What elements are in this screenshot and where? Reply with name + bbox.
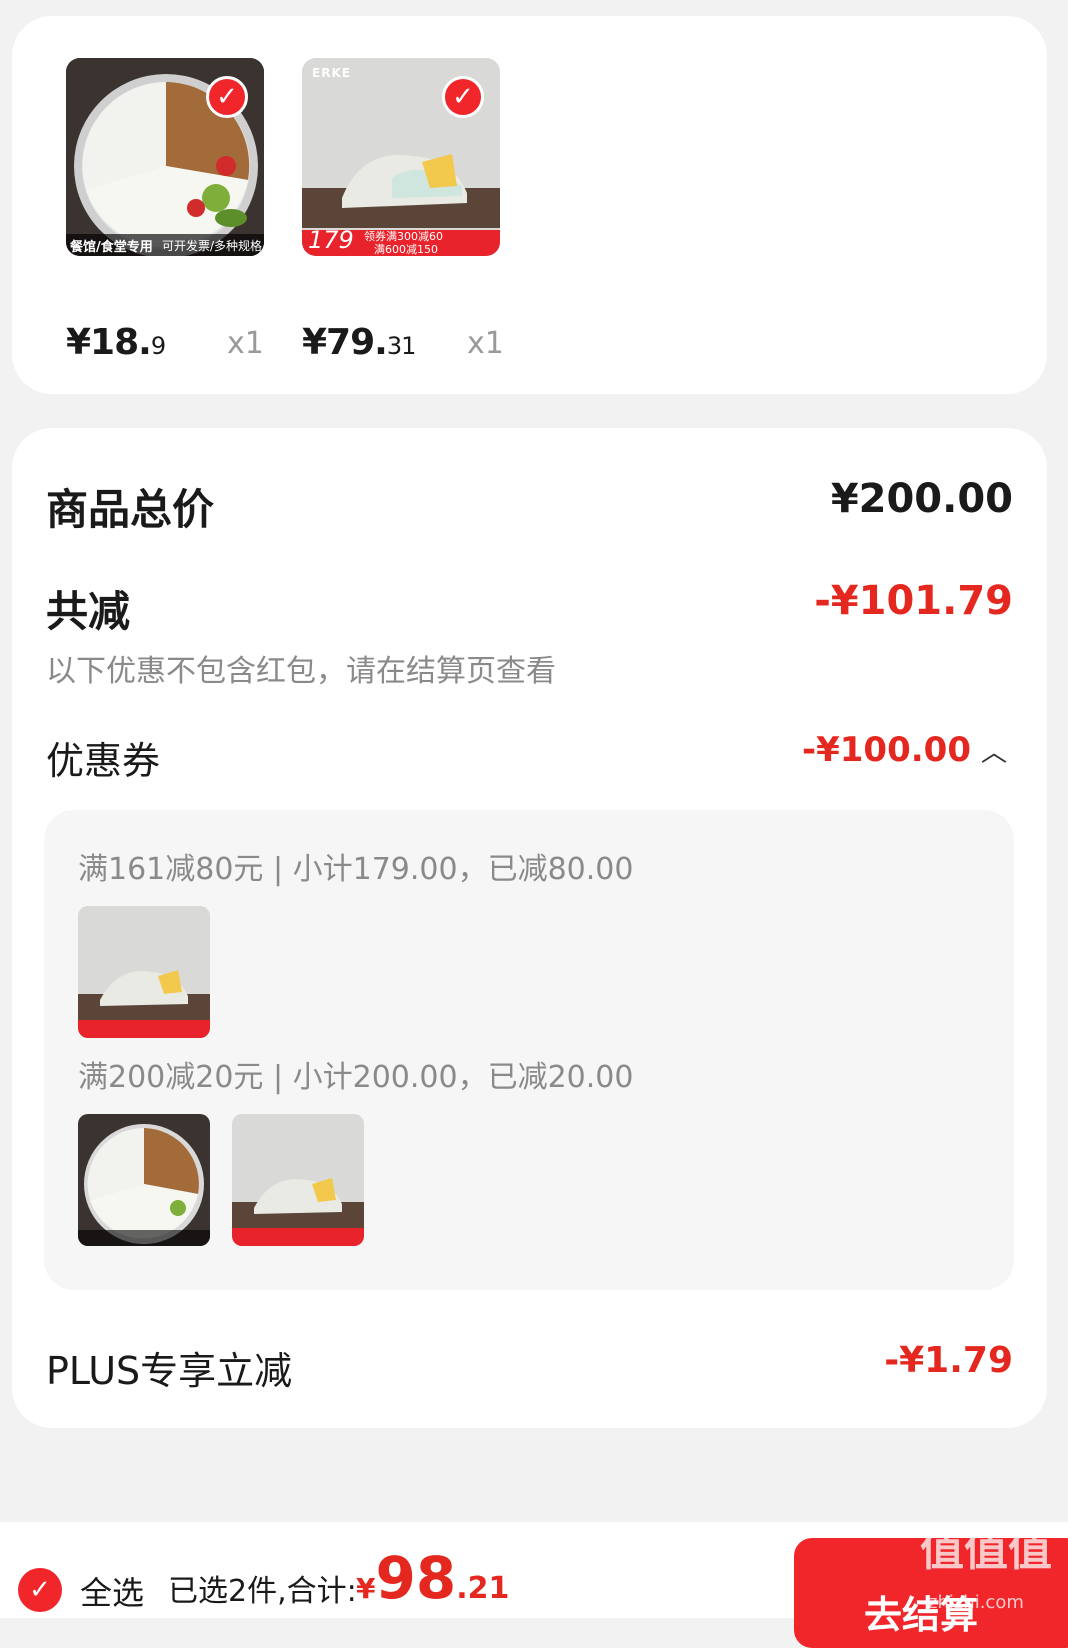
product-selected-check-icon[interactable]: ✓ [206,76,248,118]
grand-total-integer: 98 [375,1544,457,1612]
coupon-details-panel: 满161减80元 | 小计179.00，已减80.00 满200减20元 | 小… [44,810,1014,1290]
image-caption-left: 餐馆/食堂专用 [70,240,153,255]
price-decimal: 31 [386,332,417,360]
lunch-tray-product-image[interactable]: 餐馆/食堂专用 可开发票/多种规格 ✓ [66,58,264,256]
selected-products-card: 餐馆/食堂专用 可开发票/多种规格 ✓ ¥18.9 x1 ERKE 179 领券… [12,16,1047,394]
sneaker-product-image[interactable]: ERKE 179 领券满300减60 满600减150 ✓ [302,58,500,256]
image-caption-right: 可开发票/多种规格 [162,239,263,253]
promo-line-2: 满600减150 [374,243,438,256]
promo-price-tag: 179 [308,226,354,254]
discount-label: 共减 [46,587,131,636]
grand-total-decimal: .21 [456,1571,510,1606]
coupon-rule: 满161减80元 | 小计179.00，已减80.00 [78,852,634,887]
lunch-tray-product-thumbnail [78,1114,210,1246]
sneaker-product-thumbnail [232,1114,364,1246]
discount-note: 以下优惠不包含红包，请在结算页查看 [46,654,556,689]
sneaker-product-thumbnail [78,906,210,1038]
discount-value: -¥101.79 [814,578,1013,624]
watermark-logo: 值值值 [920,1525,1052,1576]
product-price: ¥18.9 [66,322,166,363]
product-selected-check-icon[interactable]: ✓ [442,76,484,118]
watermark-url: zhizhi.com [928,1592,1024,1613]
coupon-value: -¥100.00 [802,730,971,770]
product-price: ¥79.31 [302,322,417,363]
price-summary-card: 商品总价 ¥200.00 共减 -¥101.79 以下优惠不包含红包，请在结算页… [12,428,1047,1428]
grand-total-currency: ¥ [356,1572,376,1605]
select-all-label[interactable]: 全选 [80,1568,144,1614]
coupon-rule: 满200减20元 | 小计200.00，已减20.00 [78,1060,634,1095]
grand-total: ¥ 98 .21 [356,1544,509,1612]
select-all-check-icon[interactable]: ✓ [18,1568,62,1612]
total-price-label: 商品总价 [46,485,215,534]
price-decimal: 9 [150,332,166,360]
chevron-up-icon: ︿ [980,737,1007,768]
brand-logo-text: ERKE [312,66,351,80]
product-quantity: x1 [227,326,264,361]
product-quantity: x1 [467,326,504,361]
total-price-value: ¥200.00 [830,476,1013,522]
selected-summary-text: 已选2件,合计: [168,1574,357,1609]
price-integer: ¥79. [302,322,388,363]
plus-discount-label: PLUS专享立减 [46,1349,293,1393]
coupon-toggle[interactable]: -¥100.00 ︿ [802,730,1007,770]
checkout-bottom-bar: ✓ 全选 已选2件,合计: ¥ 98 .21 去结算 值值值 zhizhi.co… [0,1522,1068,1648]
coupon-label: 优惠券 [46,739,161,783]
price-integer: ¥18. [66,322,152,363]
plus-discount-value: -¥1.79 [884,1340,1013,1381]
